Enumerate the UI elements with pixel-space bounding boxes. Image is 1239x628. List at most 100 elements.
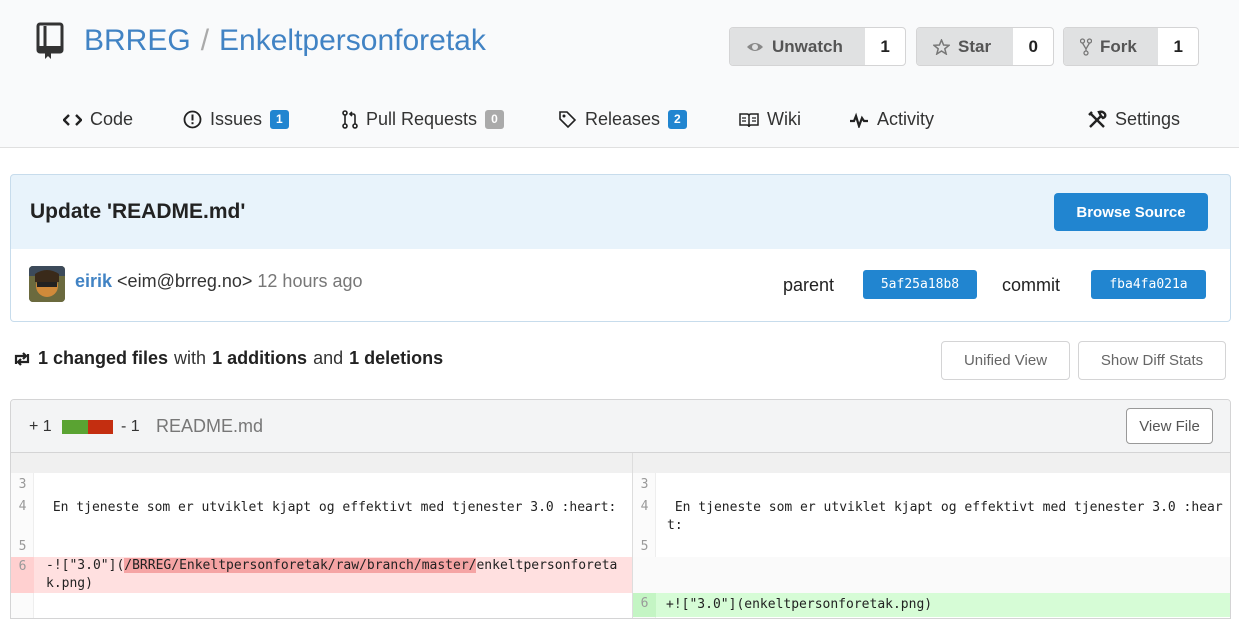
line-number: 5 xyxy=(640,539,649,554)
fork-icon xyxy=(1080,37,1092,56)
deletions-bar xyxy=(88,420,113,434)
repo-name-link[interactable]: Enkeltpersonforetak xyxy=(219,24,486,57)
unified-view-button[interactable]: Unified View xyxy=(941,341,1070,380)
avatar[interactable] xyxy=(29,266,65,302)
author-email: <eim@brreg.no> xyxy=(117,271,253,291)
commit-sha-link[interactable]: fba4fa021a xyxy=(1091,270,1206,299)
diff-line: 5 xyxy=(633,537,1230,557)
commit-label: commit xyxy=(1002,275,1060,295)
browse-source-button[interactable]: Browse Source xyxy=(1054,193,1208,231)
issues-count-badge: 1 xyxy=(270,110,289,129)
tab-settings[interactable]: Settings xyxy=(1087,109,1180,130)
issue-icon xyxy=(183,110,202,129)
tab-releases-label: Releases xyxy=(585,109,661,129)
tab-code-label: Code xyxy=(90,109,134,129)
commit-header: Update 'README.md' Browse Source xyxy=(10,174,1231,250)
star-button-group: Star 0 xyxy=(916,27,1054,66)
line-code: En tjeneste som er utviklet kjapt og eff… xyxy=(667,500,1223,533)
commit-title: Update 'README.md' xyxy=(30,200,246,223)
line-code: -!["3.0"](/BRREG/Enkeltpersonforetak/raw… xyxy=(46,557,630,593)
file-diff-header: + 1 - 1 README.md View File xyxy=(11,400,1230,453)
hunk-header xyxy=(633,453,1230,473)
fork-label: Fork xyxy=(1100,36,1137,56)
diff-line: 4 En tjeneste som er utviklet kjapt og e… xyxy=(633,497,1230,537)
fork-count[interactable]: 1 xyxy=(1158,28,1198,65)
tag-icon xyxy=(559,111,577,129)
repo-separator: / xyxy=(200,24,210,57)
diff-line: 3 xyxy=(633,477,1230,495)
code-highlight-deleted: /BRREG/Enkeltpersonforetak/raw/branch/ma… xyxy=(124,558,477,573)
diff-line: 4 En tjeneste som er utviklet kjapt og e… xyxy=(11,497,632,537)
fork-button-group: Fork 1 xyxy=(1063,27,1199,66)
repo-tabs: Code Issues 1 Pull Requests 0 Releases 2… xyxy=(0,105,1239,137)
tab-wiki[interactable]: Wiki xyxy=(739,109,801,130)
line-number: 4 xyxy=(640,499,649,514)
diff-line: 5 xyxy=(11,537,632,557)
file-diff: + 1 - 1 README.md View File 3 4 En tjene… xyxy=(10,399,1231,619)
line-code: En tjeneste som er utviklet kjapt og eff… xyxy=(45,500,617,515)
eye-icon xyxy=(747,42,763,51)
tab-activity[interactable]: Activity xyxy=(849,109,934,130)
pulse-icon xyxy=(850,112,868,128)
diff-line-empty xyxy=(633,557,1230,593)
tab-pulls-label: Pull Requests xyxy=(366,109,478,129)
tab-wiki-label: Wiki xyxy=(767,109,801,129)
tab-issues-label: Issues xyxy=(210,109,263,129)
code-icon xyxy=(63,113,82,126)
line-number: 3 xyxy=(18,477,27,492)
watch-count[interactable]: 1 xyxy=(865,28,905,65)
diff-right-pane: 3 4 En tjeneste som er utviklet kjapt og… xyxy=(633,453,1230,618)
book-icon xyxy=(739,112,759,127)
hunk-header xyxy=(11,453,632,473)
author-name-link[interactable]: eirik xyxy=(75,271,112,291)
commit-author: eirik <eim@brreg.no> 12 hours ago xyxy=(75,271,363,292)
repo-owner-link[interactable]: BRREG xyxy=(84,24,191,57)
deletions-count: 1 deletions xyxy=(349,348,444,368)
watch-button-group: Unwatch 1 xyxy=(729,27,906,66)
repo-title: BRREG / Enkeltpersonforetak xyxy=(84,24,486,58)
tab-releases[interactable]: Releases 2 xyxy=(558,109,687,130)
stats-with: with xyxy=(174,348,207,368)
file-additions: + 1 xyxy=(29,418,52,435)
diff-line-deleted: 6 -!["3.0"](/BRREG/Enkeltpersonforetak/r… xyxy=(11,557,632,593)
tab-activity-label: Activity xyxy=(877,109,935,129)
diff-line-added: 6 +!["3.0"](enkeltpersonforetak.png) xyxy=(633,593,1230,617)
changed-files-count: 1 changed files xyxy=(38,348,169,368)
line-number: 3 xyxy=(640,477,649,492)
view-file-button[interactable]: View File xyxy=(1126,408,1213,444)
unwatch-button[interactable]: Unwatch xyxy=(730,28,866,65)
tab-pull-requests[interactable]: Pull Requests 0 xyxy=(342,109,504,130)
parent-label: parent xyxy=(783,275,835,295)
pull-request-icon xyxy=(342,110,358,129)
tab-settings-label: Settings xyxy=(1115,109,1181,129)
line-number: 6 xyxy=(633,593,656,617)
commit-time: 12 hours ago xyxy=(257,271,363,291)
line-code: +!["3.0"](enkeltpersonforetak.png) xyxy=(666,597,933,612)
star-label: Star xyxy=(958,36,992,56)
star-button[interactable]: Star xyxy=(917,28,1014,65)
pulls-count-badge: 0 xyxy=(485,110,504,129)
line-number: 4 xyxy=(18,499,27,514)
show-diff-stats-button[interactable]: Show Diff Stats xyxy=(1078,341,1226,380)
star-count[interactable]: 0 xyxy=(1013,28,1053,65)
tab-issues[interactable]: Issues 1 xyxy=(183,109,289,130)
star-icon xyxy=(933,38,950,55)
line-number: 5 xyxy=(18,539,27,554)
code-segment: -!["3.0"]( xyxy=(46,558,125,573)
repo-book-icon xyxy=(36,22,64,59)
diff-stats-summary: 1 changed files with 1 additions and 1 d… xyxy=(12,348,443,369)
parent-sha-link[interactable]: 5af25a18b8 xyxy=(863,270,977,299)
diff-left-pane: 3 4 En tjeneste som er utviklet kjapt og… xyxy=(11,453,633,618)
tab-code[interactable]: Code xyxy=(63,109,133,130)
diff-line: 3 xyxy=(11,477,632,495)
unwatch-label: Unwatch xyxy=(772,36,843,56)
retweet-icon xyxy=(14,351,30,366)
additions-count: 1 additions xyxy=(212,348,308,368)
split-diff: 3 4 En tjeneste som er utviklet kjapt og… xyxy=(11,453,1230,618)
line-number: 6 xyxy=(11,557,34,593)
file-deletions: - 1 xyxy=(121,418,140,435)
repo-header: BRREG / Enkeltpersonforetak Unwatch 1 Star… xyxy=(0,0,1239,148)
tools-icon xyxy=(1088,110,1107,128)
fork-button[interactable]: Fork xyxy=(1064,28,1159,65)
additions-bar xyxy=(62,420,88,434)
